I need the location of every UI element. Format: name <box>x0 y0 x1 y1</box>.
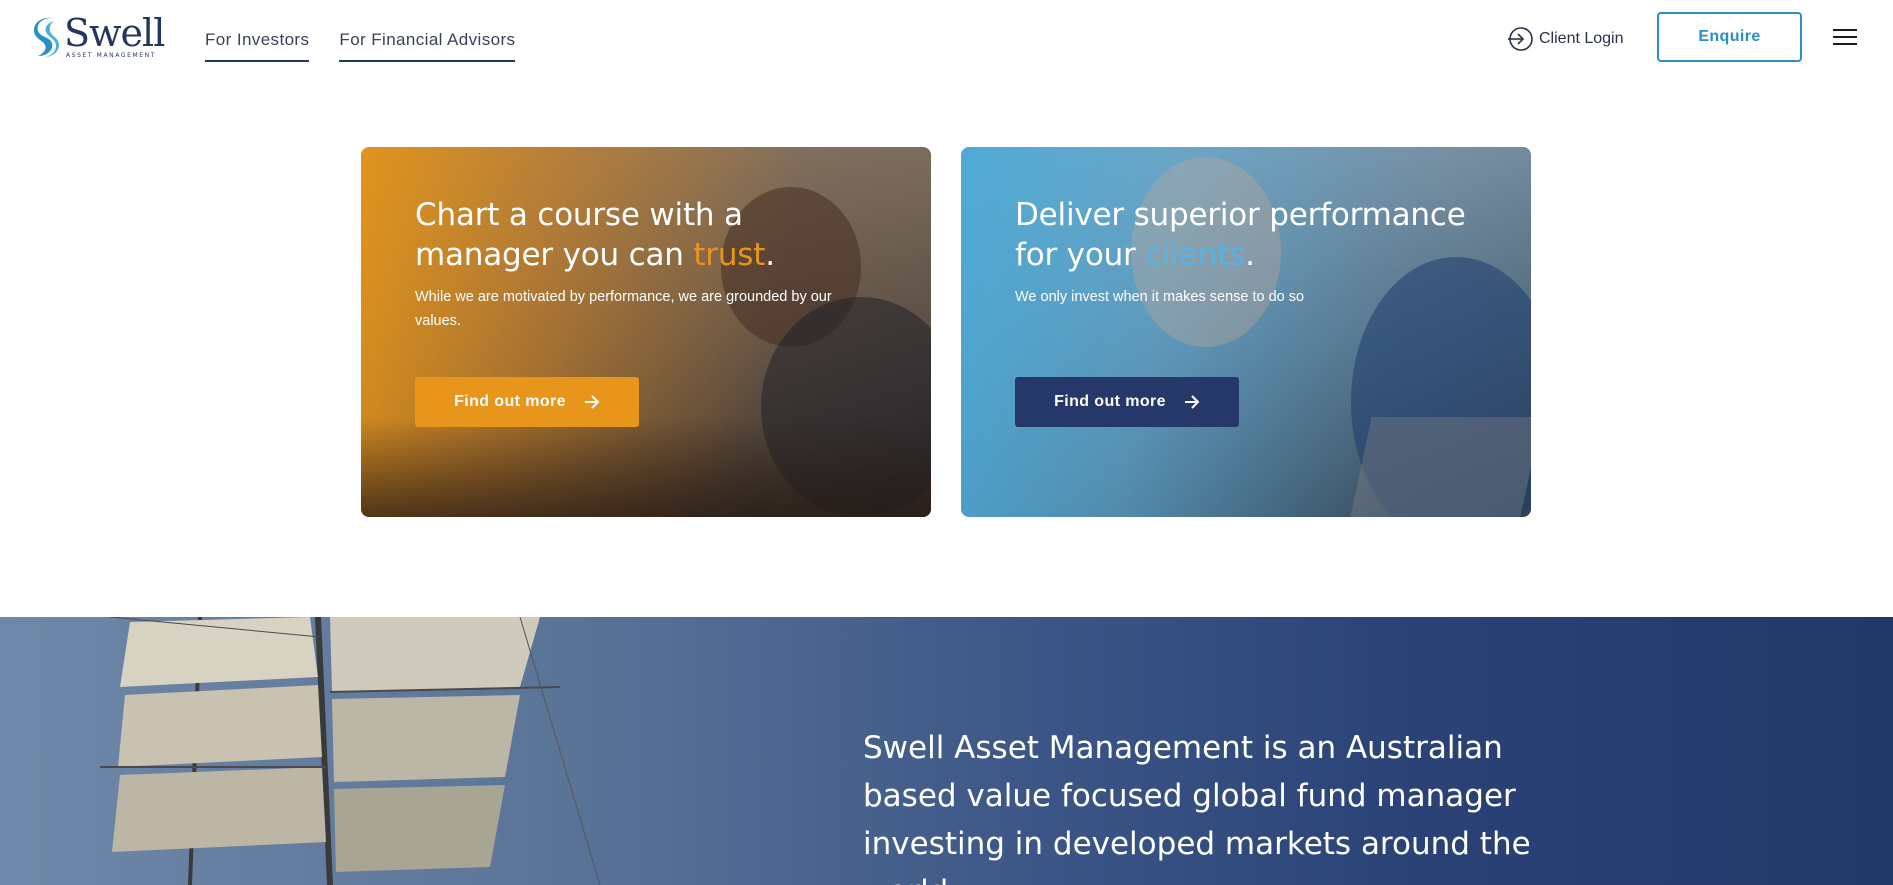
arrow-right-icon <box>584 395 600 409</box>
card-title-accent: trust <box>693 237 766 273</box>
about-banner: Swell Asset Management is an Australian … <box>0 617 1893 885</box>
tall-ship-image <box>100 617 601 885</box>
card-description: While we are motivated by performance, w… <box>415 289 832 329</box>
card-title-suffix: . <box>1245 237 1255 273</box>
button-label: Find out more <box>1054 393 1166 410</box>
advisors-find-out-more-button[interactable]: Find out more <box>1015 377 1239 427</box>
investors-find-out-more-button[interactable]: Find out more <box>415 377 639 427</box>
arrow-right-icon <box>1184 395 1200 409</box>
logo-text: Swell ASSET MANAGEMENT <box>64 11 165 59</box>
enquire-button[interactable]: Enquire <box>1657 12 1802 62</box>
logo-subtitle: ASSET MANAGEMENT <box>66 52 157 59</box>
card-photo-table <box>361 417 931 517</box>
card-title-accent: clients <box>1145 237 1246 273</box>
card-description: We only invest when it makes sense to do… <box>1015 289 1305 305</box>
logo-word: Swell <box>64 11 165 55</box>
card-title-line2: for your <box>1015 237 1146 273</box>
advisors-card: Deliver superior performance for your cl… <box>961 147 1531 517</box>
site-header: Swell ASSET MANAGEMENT For Investors For… <box>0 0 1893 80</box>
card-photo-laptop <box>1350 417 1531 517</box>
card-title: Deliver superior performance for your cl… <box>1015 195 1466 275</box>
card-title-suffix: . <box>765 237 775 273</box>
card-title-line1: Deliver superior performance <box>1015 197 1466 233</box>
nav-for-financial-advisors[interactable]: For Financial Advisors <box>339 30 516 62</box>
swell-wave-logo-icon <box>34 17 59 57</box>
hamburger-menu-icon[interactable] <box>1833 29 1857 47</box>
client-login-link[interactable]: Client Login <box>1507 26 1624 52</box>
card-title-line2: manager you can <box>415 237 694 273</box>
card-title-line1: Chart a course with a <box>415 197 743 233</box>
button-label: Find out more <box>454 393 566 410</box>
investors-card: Chart a course with a manager you can tr… <box>361 147 931 517</box>
nav-for-investors[interactable]: For Investors <box>205 30 310 62</box>
client-login-label: Client Login <box>1539 30 1624 47</box>
swell-logo[interactable]: Swell ASSET MANAGEMENT <box>32 11 165 59</box>
main-nav: For Investors For Financial Advisors <box>205 30 516 62</box>
about-text: Swell Asset Management is an Australian … <box>863 730 1531 885</box>
login-arrow-icon <box>1508 27 1533 51</box>
card-title: Chart a course with a manager you can tr… <box>415 195 775 275</box>
